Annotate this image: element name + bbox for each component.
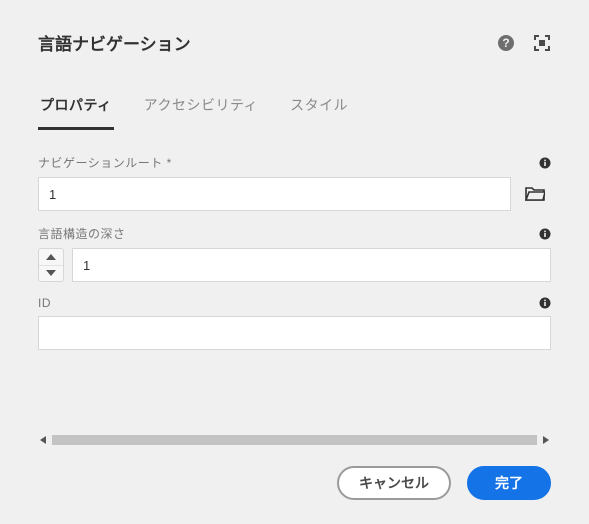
dialog-footer: キャンセル 完了 <box>38 466 551 500</box>
horizontal-scrollbar[interactable] <box>38 414 551 440</box>
id-input[interactable] <box>38 316 551 350</box>
structure-depth-label: 言語構造の深さ <box>38 225 126 242</box>
info-icon[interactable] <box>539 157 551 169</box>
scroll-right-icon[interactable] <box>541 435 551 445</box>
stepper-down-button[interactable] <box>39 266 63 282</box>
tab-style[interactable]: スタイル <box>288 89 350 130</box>
structure-depth-input[interactable] <box>72 248 551 282</box>
done-button[interactable]: 完了 <box>467 466 551 500</box>
field-navigation-root: ナビゲーションルート * <box>38 154 551 211</box>
id-label: ID <box>38 296 51 310</box>
help-icon[interactable]: ? <box>497 34 515 52</box>
scroll-left-icon[interactable] <box>38 435 48 445</box>
svg-text:?: ? <box>502 36 509 50</box>
dialog-title: 言語ナビゲーション <box>38 30 497 55</box>
cancel-button[interactable]: キャンセル <box>337 466 451 500</box>
fullscreen-icon[interactable] <box>533 34 551 52</box>
depth-stepper <box>38 248 64 282</box>
info-icon[interactable] <box>539 297 551 309</box>
field-id: ID <box>38 296 551 350</box>
info-icon[interactable] <box>539 228 551 240</box>
field-structure-depth: 言語構造の深さ <box>38 225 551 282</box>
dialog: 言語ナビゲーション ? プロパティ アクセシビリティ スタイル ナビゲーションル… <box>0 0 589 524</box>
header-icons: ? <box>497 34 551 52</box>
navigation-root-label: ナビゲーションルート * <box>38 154 172 171</box>
tab-properties[interactable]: プロパティ <box>38 89 114 130</box>
scrollbar-thumb[interactable] <box>52 435 537 445</box>
properties-panel: ナビゲーションルート * 言語構造の深さ <box>38 148 551 440</box>
navigation-root-input[interactable] <box>38 177 511 211</box>
stepper-up-button[interactable] <box>39 249 63 266</box>
tab-list: プロパティ アクセシビリティ スタイル <box>38 89 551 130</box>
dialog-header: 言語ナビゲーション ? <box>38 30 551 55</box>
browse-folder-button[interactable] <box>519 177 551 211</box>
tab-accessibility[interactable]: アクセシビリティ <box>142 89 260 130</box>
